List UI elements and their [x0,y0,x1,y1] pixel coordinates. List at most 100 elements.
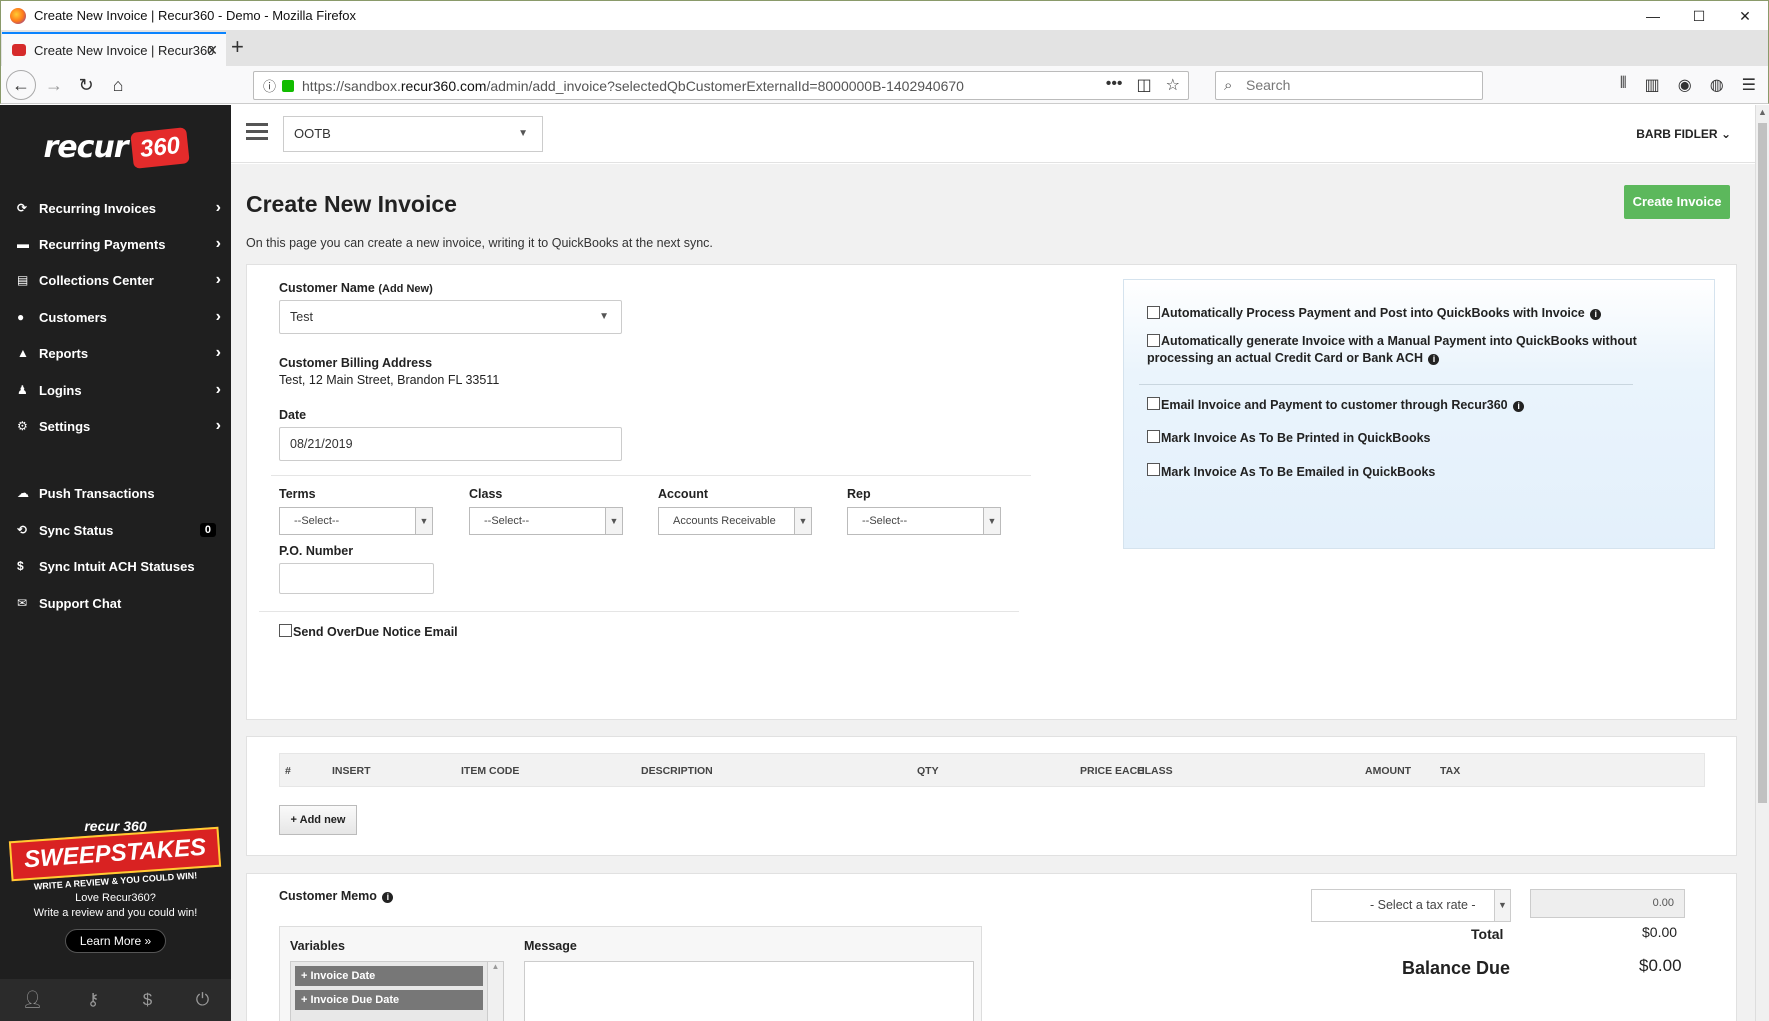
info-circle-icon[interactable]: i [1513,401,1525,412]
reload-icon[interactable]: ↻ [73,72,99,98]
account-icon[interactable]: ◍ [1710,75,1724,95]
date-field[interactable]: 08/21/2019 [279,427,622,461]
info-circle-icon[interactable]: i [1590,309,1602,320]
minimize-icon[interactable]: — [1630,1,1676,31]
learn-more-button[interactable]: Learn More » [64,929,167,953]
mark-printed-checkbox[interactable] [1147,430,1160,443]
scroll-up-icon[interactable]: ▲ [1758,107,1767,117]
po-number-field[interactable] [279,563,434,594]
customer-value: Test [290,310,313,324]
profile-icon[interactable]: 👤︎ [22,990,44,1010]
power-icon[interactable]: ⏻ [196,990,209,1010]
pocket-icon[interactable]: ◫ [1137,75,1152,95]
chevron-right-icon: › [215,308,221,325]
url-bar[interactable]: ⓘ https://sandbox. recur360.com/admin/add… [253,71,1189,100]
page-actions-icon[interactable]: ••• [1106,75,1123,95]
tax-rate-value: - Select a tax rate - [1370,898,1476,912]
variable-item[interactable]: + Invoice Date [295,966,483,986]
chevron-right-icon: › [215,199,221,216]
sidebar-item-logins[interactable]: ♟ Logins › [0,372,231,408]
message-textarea[interactable] [524,961,974,1021]
billing-address-label: Customer Billing Address [279,356,433,370]
mark-emailed-checkbox[interactable] [1147,463,1160,476]
create-invoice-button[interactable]: Create Invoice [1624,185,1730,219]
terms-label: Terms [279,487,316,501]
sidebar-item-collections-center[interactable]: ▤ Collections Center › [0,262,231,298]
sidebar-item-push-transactions[interactable]: ☁ Push Transactions [0,475,231,511]
tab-title: Create New Invoice | Recur360 [34,42,215,58]
class-select[interactable]: --Select-- ▼ [469,507,623,535]
sidebar-footer: 👤︎ ⚷ $ ⏻ [0,979,231,1021]
extension-icon[interactable]: ◉ [1678,75,1692,95]
sync-count-badge: 0 [199,523,216,537]
column-header-description: DESCRIPTION [641,765,713,777]
favicon-icon [12,44,26,56]
email-invoice-checkbox[interactable] [1147,397,1160,410]
hamburger-menu-icon[interactable] [246,123,268,144]
account-label: Account [658,487,708,501]
account-select[interactable]: Accounts Receivable ▼ [658,507,812,535]
back-icon[interactable]: ← [6,70,36,100]
promo-line2: Write a review and you could win! [33,907,198,919]
close-window-icon[interactable]: ✕ [1722,1,1768,31]
variable-item[interactable]: + Invoice Due Date [295,990,483,1010]
caret-down-icon: ▼ [794,508,811,534]
browser-tab[interactable]: Create New Invoice | Recur360 ✕ [2,32,226,66]
nav-toolbar: ← → ↻ ⌂ ⓘ https://sandbox. recur360.com/a… [0,66,1769,104]
menu-icon[interactable]: ☰ [1742,75,1756,95]
search-input[interactable]: ⌕ Search [1215,71,1483,100]
recur360-logo[interactable]: recur 360 [0,105,231,190]
add-line-item-button[interactable]: + Add new [279,805,357,835]
forward-icon[interactable]: → [41,72,67,98]
library-icon[interactable]: ⫴ [1620,75,1627,95]
info-icon[interactable]: ⓘ [263,76,276,95]
close-tab-icon[interactable]: ✕ [206,42,218,59]
column-header-amount: AMOUNT [1365,765,1412,777]
add-new-customer-link[interactable]: (Add New) [378,283,432,295]
page-scrollbar[interactable]: ▲ [1755,105,1769,1021]
company-select[interactable]: OOTB ▼ [283,116,543,152]
key-icon[interactable]: ⚷ [87,990,99,1010]
dollar-icon[interactable]: $ [143,990,152,1010]
sidebar-item-sync-status[interactable]: ⟲ Sync Status 0 [0,512,231,548]
auto-process-checkbox[interactable] [1147,306,1160,319]
customer-select[interactable]: Test ▼ [279,300,622,334]
sidebar-item-support-chat[interactable]: ✉ Support Chat [0,585,231,621]
rep-select[interactable]: --Select-- ▼ [847,507,1001,535]
overdue-notice-checkbox[interactable] [279,624,292,637]
home-icon[interactable]: ⌂ [105,72,131,98]
info-circle-icon[interactable]: i [382,892,394,903]
sidebar-item-sync-ach[interactable]: $ Sync Intuit ACH Statuses [0,548,231,584]
sidebar-item-customers[interactable]: ● Customers › [0,299,231,335]
scroll-thumb[interactable] [1758,123,1767,803]
sidebar-item-label: Push Transactions [39,485,155,501]
dollar-icon: $ [17,559,24,573]
info-circle-icon[interactable]: i [1428,354,1440,365]
sidebar-item-settings[interactable]: ⚙ Settings › [0,408,231,444]
maximize-icon[interactable]: ☐ [1676,1,1722,31]
auto-process-text: Automatically Process Payment and Post i… [1161,306,1585,320]
memo-totals-panel: Customer Memo i Variables Message + Invo… [246,873,1737,1021]
column-header-class: CLASS [1137,765,1173,777]
user-menu[interactable]: BARB FIDLER ⌄ [1636,127,1731,141]
credit-card-icon: ▬ [17,237,29,251]
terms-select[interactable]: --Select-- ▼ [279,507,433,535]
variables-scrollbar[interactable]: ▲ [487,962,503,1021]
user-plus-icon: ♟ [17,383,28,397]
sidebar-item-reports[interactable]: ▲ Reports › [0,335,231,371]
sidebar-item-label: Collections Center [39,272,154,288]
sidebar-item-label: Reports [39,345,89,361]
sidebar-toggle-icon[interactable]: ▥ [1645,75,1660,95]
auto-generate-checkbox[interactable] [1147,334,1160,347]
bookmark-star-icon[interactable]: ☆ [1166,75,1180,95]
sidebar-item-recurring-invoices[interactable]: ⟳ Recurring Invoices › [0,190,231,226]
line-items-panel: # INSERT ITEM CODE DESCRIPTION QTY PRICE… [246,736,1737,856]
po-number-label: P.O. Number [279,544,354,558]
variable-label: Invoice Due Date [310,994,400,1006]
sidebar-item-recurring-payments[interactable]: ▬ Recurring Payments › [0,226,231,262]
new-tab-icon[interactable]: + [231,34,244,60]
account-value: Accounts Receivable [673,515,776,527]
tax-rate-select[interactable]: - Select a tax rate - ▼ [1311,889,1511,922]
search-placeholder: Search [1246,77,1291,93]
sidebar-item-label: Recurring Payments [39,236,166,252]
